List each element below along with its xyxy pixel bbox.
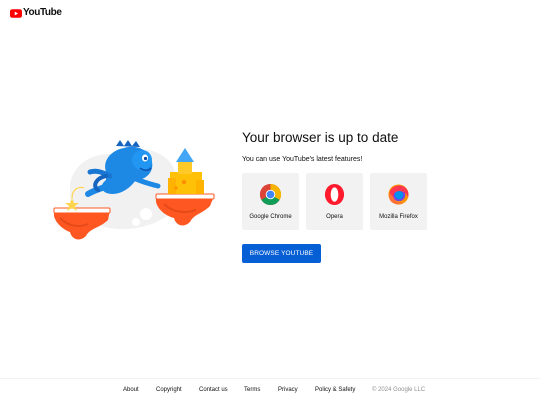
browser-name-chrome: Google Chrome [249, 214, 292, 220]
chrome-icon [259, 183, 282, 206]
footer-link-copyright[interactable]: Copyright [156, 387, 182, 393]
browse-youtube-button[interactable]: BROWSE YOUTUBE [242, 244, 321, 263]
status-message: Your browser is up to date You can use Y… [242, 130, 522, 164]
footer-link-contact[interactable]: Contact us [199, 387, 228, 393]
footer-link-policy-safety[interactable]: Policy & Safety [315, 387, 355, 393]
opera-icon [324, 183, 345, 206]
browser-list: Google Chrome Opera Mozilla Firefox [242, 173, 427, 230]
browser-card-chrome[interactable]: Google Chrome [242, 173, 299, 230]
page-subtitle: You can use YouTube's latest features! [242, 156, 363, 163]
mascot-illustration [53, 140, 215, 240]
footer-link-privacy[interactable]: Privacy [278, 387, 298, 393]
browser-name-firefox: Mozilla Firefox [379, 214, 418, 220]
footer-link-about[interactable]: About [123, 387, 139, 393]
youtube-play-icon [10, 8, 22, 18]
youtube-logo-text: YouTube [23, 7, 62, 18]
browser-card-firefox[interactable]: Mozilla Firefox [370, 173, 427, 230]
footer: About Copyright Contact us Terms Privacy… [0, 387, 540, 397]
copyright-text: © 2024 Google LLC [372, 387, 426, 393]
footer-divider [0, 378, 540, 379]
footer-link-terms[interactable]: Terms [244, 387, 260, 393]
youtube-logo[interactable]: YouTube [10, 7, 62, 19]
page-title: Your browser is up to date [242, 130, 399, 145]
browser-card-opera[interactable]: Opera [306, 173, 363, 230]
firefox-icon [388, 184, 409, 205]
browser-name-opera: Opera [326, 214, 343, 220]
